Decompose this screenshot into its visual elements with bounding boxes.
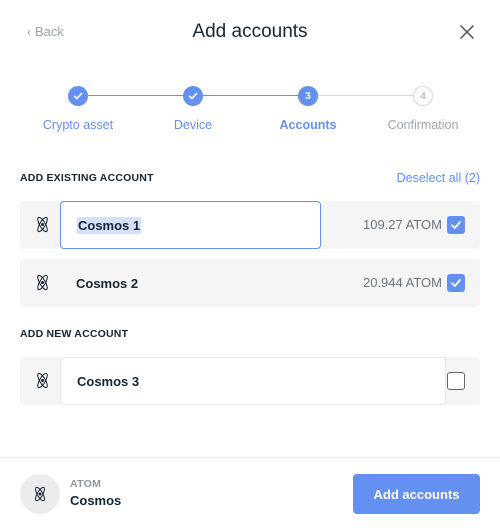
account-checkbox[interactable] [447,274,465,292]
step-done-dot [183,86,203,106]
cosmos-atom-icon [37,274,48,291]
account-name-input[interactable]: Cosmos 1 [60,201,321,249]
step-device: Device [135,86,251,132]
step-label: Confirmation [387,118,459,132]
step-number: 4 [413,86,433,106]
new-account-title: Add new account [20,328,129,340]
close-icon[interactable] [460,25,474,39]
add-accounts-button[interactable]: Add accounts [353,474,480,514]
checkmark-icon [73,92,83,100]
account-checkbox[interactable] [447,216,465,234]
account-checkbox[interactable] [447,372,465,390]
step-accounts: 3 Accounts [250,86,366,132]
cosmos-atom-icon [35,486,45,502]
page-title: Add accounts [192,21,308,42]
currency-ticker: ATOM [70,478,102,490]
currency-name: Cosmos [70,493,122,508]
checkmark-icon [188,92,198,100]
step-label: Device [173,118,213,132]
account-balance: 109.27 ATOM [362,217,442,232]
stepper: Crypto asset Device 3 Accounts 4 Confirm… [20,86,480,132]
step-done-dot [68,86,88,106]
account-name-input[interactable]: Cosmos 3 [60,357,446,405]
cosmos-atom-icon [37,372,48,389]
account-name[interactable]: Cosmos 2 [60,259,138,307]
existing-accounts-title: Add existing account [20,172,154,184]
deselect-all-link[interactable]: Deselect all (2) [397,171,480,185]
account-name-text: Cosmos 1 [77,216,142,234]
step-confirmation: 4 Confirmation [365,86,481,132]
account-row[interactable]: Cosmos 2 20.944 ATOM [20,259,480,307]
checkmark-icon [451,279,461,287]
checkmark-icon [451,221,461,229]
account-row[interactable]: Cosmos 1 109.27 ATOM [20,201,480,249]
currency-avatar [20,474,60,514]
account-row[interactable]: Cosmos 3 [20,357,480,405]
step-number: 3 [298,86,318,106]
cosmos-atom-icon [37,216,48,233]
step-crypto-asset: Crypto asset [20,86,136,132]
step-label: Accounts [279,118,337,132]
account-balance: 20.944 ATOM [362,275,442,290]
step-label: Crypto asset [42,118,114,132]
footer: ATOM Cosmos Add accounts [0,457,500,528]
